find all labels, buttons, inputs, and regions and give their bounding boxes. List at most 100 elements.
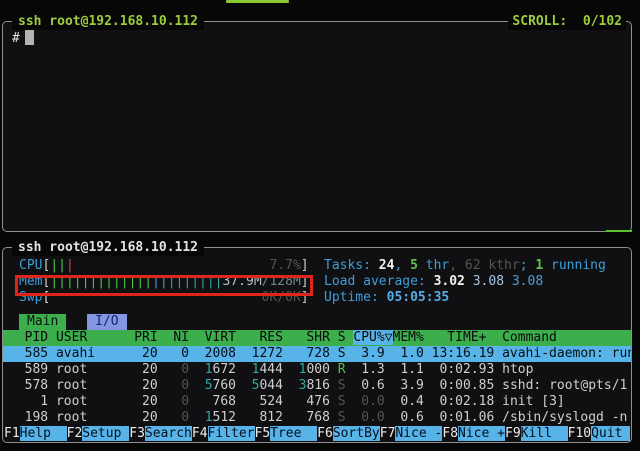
text-segment: 0.0 (353, 410, 384, 425)
text-segment: 444 (259, 362, 298, 377)
fkey-button[interactable]: Setup (82, 426, 129, 441)
text-segment: 3.02 (434, 274, 473, 289)
tab-io[interactable]: I/O (87, 314, 126, 330)
fkey-button[interactable]: SortBy (333, 426, 380, 441)
text-segment: CPU%▽ (353, 330, 392, 345)
text-segment: 0 (166, 378, 189, 393)
htop-app: CPU[||| 7.7%] Tasks: 24, 5 thr, 62 kthr;… (3, 248, 631, 442)
fkey-name: F7 (380, 426, 396, 441)
text-segment: 1 (535, 258, 543, 273)
text-segment: 044 (259, 378, 298, 393)
text-segment: 816 (306, 378, 337, 393)
text-segment: 24 (379, 258, 395, 273)
shell-prompt: # (12, 31, 20, 46)
text-segment: | (66, 258, 74, 273)
process-table-header[interactable]: PID USER PRI NI VIRT RES SHR S CPU%▽MEM%… (3, 330, 631, 346)
text-segment: 000 (306, 362, 337, 377)
text-segment (189, 362, 205, 377)
bottom-terminal-pane[interactable]: ssh root@192.168.10.112 CPU[||| 7.7%] Ta… (2, 247, 632, 443)
text-segment: 198 root 20 (9, 410, 166, 425)
text-segment: 3.08 (473, 274, 512, 289)
process-row[interactable]: 1 root 20 0 768 524 476 S 0.0 0.4 0:02.1… (3, 394, 631, 410)
text-segment: ] (301, 258, 309, 273)
fkey-name: F8 (442, 426, 458, 441)
cursor-block (25, 30, 34, 45)
text-segment: CPU (19, 258, 42, 273)
text-segment: || (152, 274, 168, 289)
tasks-stat: Tasks: 24, 5 thr, 62 kthr; 1 running (324, 258, 606, 274)
fkey-button[interactable]: Nice + (458, 426, 505, 441)
fkey-button[interactable]: Nice - (395, 426, 442, 441)
fkey-button[interactable]: Search (145, 426, 192, 441)
process-row[interactable]: 578 root 20 0 5760 5044 3816 S 0.6 3.9 0… (3, 378, 631, 394)
fkey-button[interactable]: Kill (521, 426, 568, 441)
text-segment: ||||||||||||| (50, 274, 152, 289)
fkey-bar-fill (622, 426, 630, 441)
text-segment: 0 (166, 362, 189, 377)
fkey-name: F10 (568, 426, 591, 441)
fkey-name: F1 (4, 426, 20, 441)
fkey-button[interactable]: Quit (591, 426, 622, 441)
text-segment: 0 (166, 394, 189, 409)
text-segment: Uptime: (324, 290, 387, 305)
text-segment: ; (520, 258, 536, 273)
fkey-name: F3 (129, 426, 145, 441)
tab-main[interactable]: Main (19, 314, 66, 330)
terminal-multiplexer-screen: ssh root@192.168.10.112 SCROLL: 0/102 # … (0, 0, 640, 451)
text-segment: Tasks: (324, 258, 379, 273)
text-segment: 585 avahi 20 0 2008 1272 728 S 3.9 1.0 1… (9, 346, 631, 361)
text-segment: 0K/0K (262, 290, 301, 305)
fkey-name: F4 (192, 426, 208, 441)
text-segment: 589 root 20 (9, 362, 166, 377)
text-segment: 1 (205, 362, 213, 377)
text-segment: 5 (410, 258, 418, 273)
text-segment: PID USER PRI NI VIRT RES SHR S (9, 330, 353, 345)
text-segment: 0.6 0:01.06 /sbin/syslogd -n (385, 410, 628, 425)
swap-meter: Swp[ 0K/0K] (3, 290, 324, 306)
text-segment: 37.9M (223, 274, 262, 289)
text-segment: 1.3 1.1 0:02.93 htop (346, 362, 534, 377)
screen-tabs: Main I/O (3, 314, 631, 330)
text-segment: 1 (205, 410, 213, 425)
text-segment: 0.0 (353, 394, 384, 409)
text-segment: ||||||| (168, 274, 223, 289)
fkey-name: F2 (67, 426, 83, 441)
text-segment: S (338, 378, 346, 393)
fkey-name: F9 (505, 426, 521, 441)
scroll-indicator: SCROLL: 0/102 (508, 13, 626, 30)
text-segment: S (338, 410, 346, 425)
top-terminal-pane[interactable]: ssh root@192.168.10.112 SCROLL: 0/102 # (2, 21, 632, 232)
process-row[interactable]: 589 root 20 0 1672 1444 1000 R 1.3 1.1 0… (3, 362, 631, 378)
focused-border-accent (606, 230, 632, 232)
fkey-bar: F1Help F2Setup F3SearchF4FilterF5Tree F6… (4, 426, 630, 441)
text-segment: || (50, 258, 66, 273)
fkey-button[interactable]: Help (20, 426, 67, 441)
text-segment: ] (301, 274, 309, 289)
text-segment: Swp (19, 290, 42, 305)
text-segment (189, 378, 205, 393)
fkey-button[interactable]: Filter (208, 426, 255, 441)
text-segment (74, 258, 270, 273)
text-segment: MEM% TIME+ Command (393, 330, 557, 345)
fkey-button[interactable]: Tree (270, 426, 317, 441)
text-segment: 768 524 476 (189, 394, 338, 409)
process-row[interactable]: 198 root 20 0 1512 812 768 S 0.0 0.6 0:0… (3, 410, 631, 426)
cpu-meter: CPU[||| 7.7%] (3, 258, 324, 274)
text-segment: 3.08 (512, 274, 543, 289)
text-segment: 1 root 20 (9, 394, 166, 409)
text-segment: ] (301, 290, 309, 305)
process-table: 585 avahi 20 0 2008 1272 728 S 3.9 1.0 1… (3, 346, 631, 426)
text-segment: S (338, 394, 346, 409)
text-segment: 0.6 3.9 0:00.85 sshd: root@pts/1 (346, 378, 628, 393)
text-segment: 5 (205, 378, 213, 393)
text-segment: 05:05:35 (387, 290, 450, 305)
text-segment (189, 410, 205, 425)
text-segment: thr (418, 258, 449, 273)
load-average-stat: Load average: 3.02 3.08 3.08 (324, 274, 543, 290)
text-segment: 0 (166, 410, 189, 425)
process-row[interactable]: 585 avahi 20 0 2008 1272 728 S 3.9 1.0 1… (3, 346, 631, 362)
text-segment: 760 (213, 378, 252, 393)
mem-meter: Mem[||||||||||||||||||||||37.9M/128M] (3, 274, 324, 290)
text-segment: , (394, 258, 410, 273)
pane-title: ssh root@192.168.10.112 (12, 13, 204, 30)
